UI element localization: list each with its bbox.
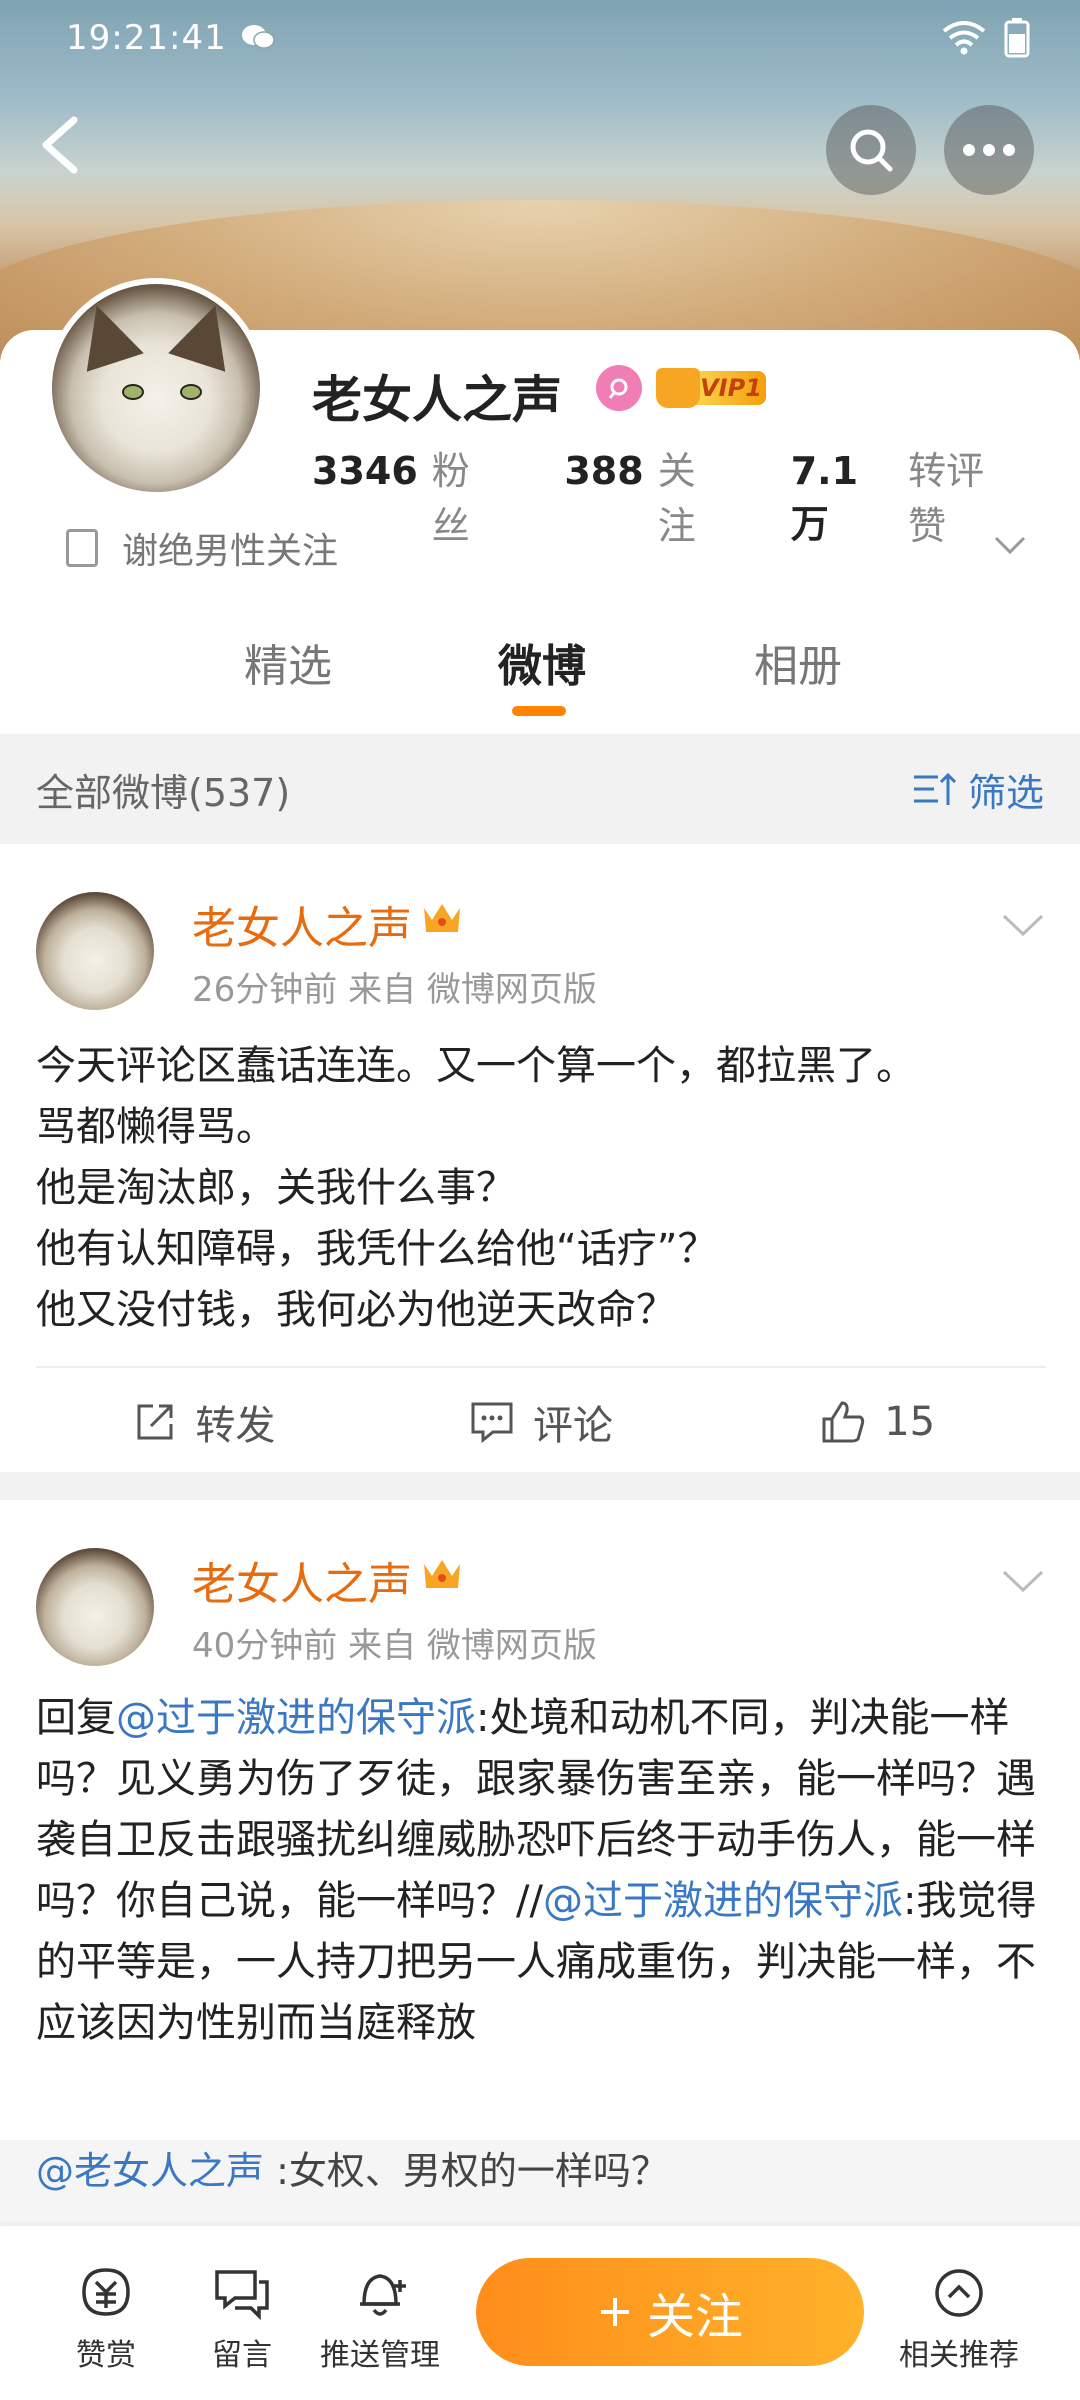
quoted-repost[interactable]: @老女人之声 :女权、男权的一样吗？ [0,2140,1080,2240]
post-avatar[interactable] [36,892,154,1010]
more-dots-icon [963,144,1015,156]
search-icon [850,129,893,172]
reward-icon [82,2268,130,2316]
tab-featured[interactable]: 精选 [244,630,332,694]
post-meta: 26分钟前 来自 微博网页版 [192,970,597,1010]
post-card-2: 老女人之声 40分钟前 来自 微博网页版 回复@过于激进的保守派:处境和动机不同… [0,1500,1080,2140]
post-author[interactable]: 老女人之声 [192,892,412,956]
message-button[interactable]: 留言 [172,2266,312,2374]
stat-following[interactable]: 388 关注 [564,440,730,550]
post-meta: 40分钟前 来自 微博网页版 [192,1626,597,1666]
thumbs-up-icon [822,1401,865,1443]
tab-weibo[interactable]: 微博 [498,630,586,694]
message-icon [215,2270,269,2320]
bottom-action-bar: 赞赏 留言 推送管理 关注 相关推荐 [0,2226,1080,2400]
post-separator [0,1472,1080,1500]
filter-icon [913,772,957,805]
verified-badge-icon[interactable] [596,365,642,411]
chevron-down-icon[interactable] [1000,1566,1046,1596]
mention-link[interactable]: @老女人之声 [36,2149,264,2193]
comment-icon [471,1402,513,1444]
wifi-icon [942,21,986,55]
profile-description[interactable]: 谢绝男性关注 [66,522,338,574]
like-button[interactable]: 15 [709,1399,1046,1445]
follow-button[interactable]: 关注 [476,2258,864,2366]
bell-plus-icon [360,2274,406,2316]
back-arrow-icon[interactable] [30,110,90,180]
chevron-down-icon[interactable] [990,530,1030,560]
stat-fans[interactable]: 3346 粉丝 [312,440,504,550]
all-posts-count: 全部微博(537) [36,770,291,815]
post-avatar[interactable] [36,1548,154,1666]
repost-icon [137,1404,173,1440]
active-tab-indicator [512,706,566,716]
more-button[interactable] [944,105,1034,195]
reward-button[interactable]: 赞赏 [36,2266,176,2374]
mention-link[interactable]: @过于激进的保守派 [116,1695,476,1741]
crown-icon [424,1560,460,1588]
document-icon [66,529,98,567]
search-button[interactable] [826,105,916,195]
profile-tabs: 精选 微博 相册 [0,630,1080,730]
push-settings-button[interactable]: 推送管理 [310,2266,450,2374]
crown-icon [656,368,700,408]
repost-button[interactable]: 转发 [36,1393,373,1451]
mention-link[interactable]: @过于激进的保守派 [543,1878,903,1924]
plus-icon [600,2298,629,2326]
filter-button[interactable]: 筛选 [912,762,1044,817]
profile-name: 老女人之声 [312,371,562,429]
post-card-1: 老女人之声 26分钟前 来自 微博网页版 今天评论区蠢话连连。又一个算一个，都拉… [0,844,1080,1464]
post-text: 回复@过于激进的保守派:处境和动机不同，判决能一样吗？见义勇为伤了歹徒，跟家暴伤… [36,1695,1037,2046]
wechat-notification-icon [242,25,275,49]
crown-icon [424,904,460,932]
related-recommend-button[interactable]: 相关推荐 [884,2266,1034,2374]
profile-avatar[interactable] [46,278,266,498]
chevron-up-circle-icon [935,2269,983,2317]
battery-icon [1004,18,1030,58]
status-time: 19:21:41 [66,18,227,58]
stat-interactions[interactable]: 7.1万 转评赞 [791,440,1020,550]
comment-button[interactable]: 评论 [373,1393,710,1451]
vip-badge[interactable]: VIP1 [656,365,770,411]
post-author[interactable]: 老女人之声 [192,1548,412,1612]
tab-album[interactable]: 相册 [754,630,842,694]
chevron-down-icon[interactable] [1000,910,1046,940]
filter-row: 全部微博(537) 筛选 [0,734,1080,844]
post-actions: 转发 评论 15 [36,1366,1046,1476]
post-text: 今天评论区蠢话连连。又一个算一个，都拉黑了。 骂都懒得骂。 他是淘汰郎，关我什么… [36,1043,916,1333]
profile-stats: 3346 粉丝 388 关注 7.1万 转评赞 [312,440,1080,550]
